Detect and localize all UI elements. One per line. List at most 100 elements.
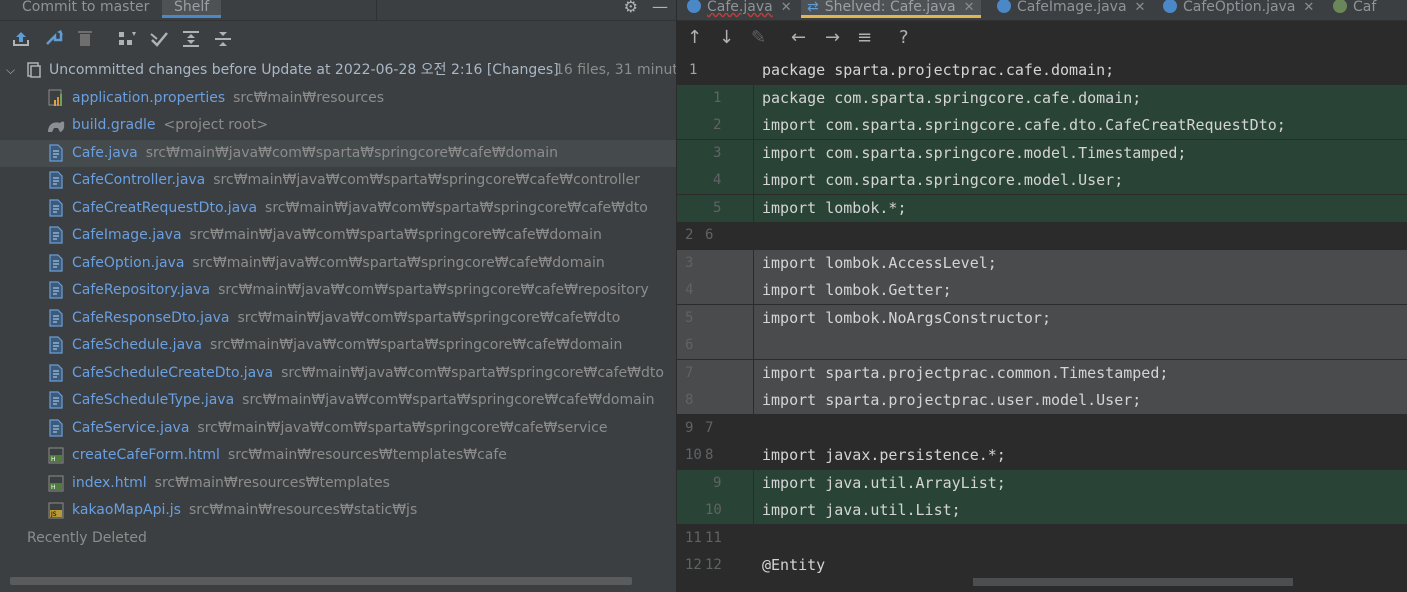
file-path: src₩main₩java₩com₩sparta₩springcore₩cafe… (145, 144, 558, 161)
tab-shelved-cafe-java[interactable]: ⇄ Shelved: Cafe.java ✕ (801, 0, 981, 18)
file-row[interactable]: CafeRepository.java src₩main₩java₩com₩spa… (0, 277, 676, 304)
close-icon[interactable]: ✕ (781, 0, 792, 15)
line-number-gutter: 26 (677, 222, 753, 249)
file-row[interactable]: CafeResponseDto.java src₩main₩java₩com₩sp… (0, 305, 676, 332)
file-row[interactable]: Cafe.java src₩main₩java₩com₩sparta₩spring… (0, 139, 676, 167)
line-number-gutter: 11 11 (677, 525, 753, 552)
file-row[interactable]: CafeImage.java src₩main₩java₩com₩sparta₩s… (0, 222, 676, 249)
file-name: CafeController.java (72, 172, 206, 188)
line-number-gutter: 12 12 (677, 552, 753, 579)
file-row[interactable]: CafeScheduleCreateDto.java src₩main₩java₩… (0, 360, 676, 387)
tab-cafeoption-java[interactable]: CafeOption.java ✕ (1163, 0, 1314, 18)
file-path: src₩main₩java₩com₩sparta₩springcore₩cafe… (218, 282, 649, 298)
code-text[interactable]: import com.sparta.springcore.model.User; (754, 167, 1407, 194)
code-text[interactable]: import lombok.*; (754, 194, 1407, 222)
code-text[interactable]: @Entity (754, 552, 1407, 579)
right-line-number: 3 (713, 144, 722, 161)
java-class-icon (49, 253, 63, 272)
file-name: CafeCreatRequestDto.java (72, 199, 258, 216)
line-number-gutter: 1 (677, 57, 753, 84)
arrow-up-icon[interactable]: ↑ (687, 27, 702, 48)
file-path: src₩main₩java₩com₩sparta₩springcore₩cafe… (192, 254, 605, 271)
file-path: src₩main₩java₩com₩sparta₩springcore₩cafe… (237, 309, 621, 326)
code-text[interactable] (754, 415, 1407, 442)
arrow-right-icon[interactable]: → (825, 27, 840, 48)
list-settings-icon[interactable]: ≡ (857, 27, 872, 48)
arrow-down-icon[interactable]: ↓ (719, 27, 734, 48)
code-text[interactable]: import java.util.List; (754, 497, 1407, 524)
tab-shelf[interactable]: Shelf (162, 0, 222, 18)
file-row[interactable]: JS kakaoMapApi.js src₩main₩resources₩stati… (0, 497, 676, 524)
line-number-gutter: 9 (677, 469, 753, 497)
help-icon[interactable]: ? (899, 27, 909, 48)
diff-viewer: Cafe.java ✕ ⇄ Shelved: Cafe.java ✕ CafeImag… (677, 0, 1407, 592)
tab-caf-truncated[interactable]: Caf (1333, 0, 1376, 18)
file-row[interactable]: Hindex.html src₩main₩resources₩templates (0, 470, 676, 497)
code-text[interactable] (754, 332, 1407, 359)
code-text[interactable]: import lombok.Getter; (754, 277, 1407, 304)
diff-line: 3 import lombok.AccessLevel; (677, 249, 1407, 277)
file-name: Cafe.java (72, 144, 138, 161)
tab-cafeimage-java[interactable]: CafeImage.java ✕ (997, 0, 1145, 18)
group-by-icon[interactable] (116, 28, 138, 50)
expand-all-icon[interactable] (180, 28, 202, 50)
diff-line: 26 (677, 222, 1407, 249)
code-text[interactable]: package com.sparta.springcore.cafe.domai… (754, 84, 1407, 112)
arrow-left-icon[interactable]: ← (791, 27, 806, 48)
file-row[interactable]: CafeService.java src₩main₩java₩com₩sparta… (0, 415, 676, 442)
recently-deleted-node[interactable]: Recently Deleted (0, 525, 676, 552)
file-row[interactable]: CafeCreatRequestDto.java src₩main₩java₩co… (0, 195, 676, 222)
line-number-gutter: 1 (677, 84, 753, 112)
collapse-all-icon[interactable] (212, 28, 234, 50)
file-path: src₩main₩java₩com₩sparta₩springcore₩cafe… (281, 364, 664, 381)
code-text[interactable]: import lombok.AccessLevel; (754, 249, 1407, 277)
file-path: src₩main₩java₩com₩sparta₩springcore₩cafe… (189, 227, 602, 243)
tab-cafe-java[interactable]: Cafe.java ✕ (687, 0, 792, 18)
code-text[interactable] (754, 525, 1407, 552)
tab-commit-to-master[interactable]: Commit to master (10, 0, 161, 18)
java-class-icon (997, 0, 1011, 13)
code-text[interactable]: import sparta.projectprac.user.model.Use… (754, 387, 1407, 414)
close-icon[interactable]: ✕ (1303, 0, 1314, 15)
file-path: src₩main₩resources₩templates (154, 474, 390, 491)
changelist-node[interactable]: ⌵ Uncommitted changes before Update at 2… (0, 57, 686, 84)
file-row[interactable]: CafeController.java src₩main₩java₩com₩spa… (0, 167, 676, 194)
java-class-icon (49, 226, 63, 244)
file-row[interactable]: CafeOption.java src₩main₩java₩com₩sparta₩… (0, 250, 676, 277)
code-text[interactable] (754, 222, 1407, 249)
file-row[interactable]: application.properties src₩main₩resources (0, 85, 676, 112)
import-patches-icon[interactable] (148, 28, 170, 50)
close-icon[interactable]: ✕ (964, 0, 975, 15)
unshelve-icon[interactable] (10, 28, 32, 50)
code-text[interactable]: import sparta.projectprac.common.Timesta… (754, 359, 1407, 387)
minimize-icon[interactable]: — (652, 0, 668, 16)
chevron-down-icon[interactable]: ⌵ (6, 57, 15, 84)
code-text[interactable]: import com.sparta.springcore.cafe.dto.Ca… (754, 112, 1407, 139)
left-line-number: 7 (685, 364, 694, 381)
line-number-gutter: 10 (677, 497, 753, 524)
diff-line: 5 import lombok.*; (677, 194, 1407, 222)
gear-icon[interactable]: ⚙ (624, 0, 638, 16)
horizontal-scrollbar[interactable] (10, 577, 632, 585)
diff-line: 10 8 import javax.persistence.*; (677, 442, 1407, 469)
close-icon[interactable]: ✕ (1135, 0, 1146, 15)
diff-horizontal-scrollbar[interactable] (973, 578, 1293, 586)
file-row[interactable]: build.gradle <project root> (0, 112, 676, 139)
delete-icon[interactable] (74, 28, 96, 50)
file-name: CafeService.java (72, 419, 190, 436)
code-text[interactable]: import com.sparta.springcore.model.Times… (754, 139, 1407, 167)
file-row[interactable]: CafeSchedule.java src₩main₩java₩com₩spart… (0, 332, 676, 359)
code-text[interactable]: import lombok.NoArgsConstructor; (754, 304, 1407, 332)
pencil-icon[interactable]: ✎ (751, 27, 766, 48)
diff-icon[interactable] (43, 28, 65, 50)
right-line-number: 5 (713, 199, 722, 216)
file-row[interactable]: HcreateCafeForm.html src₩main₩resources₩t… (0, 442, 676, 469)
code-text[interactable]: import javax.persistence.*; (754, 442, 1407, 469)
file-path: src₩main₩resources₩templates₩cafe (227, 447, 507, 463)
code-text[interactable]: package sparta.projectprac.cafe.domain; (754, 57, 1407, 84)
diff-line: 2 import com.sparta.springcore.cafe.dto.C… (677, 112, 1407, 139)
right-line-number: 1 (713, 89, 722, 106)
right-line-number: 6 (705, 227, 714, 243)
code-text[interactable]: import java.util.ArrayList; (754, 469, 1407, 497)
file-row[interactable]: CafeScheduleType.java src₩main₩java₩com₩s… (0, 387, 676, 414)
